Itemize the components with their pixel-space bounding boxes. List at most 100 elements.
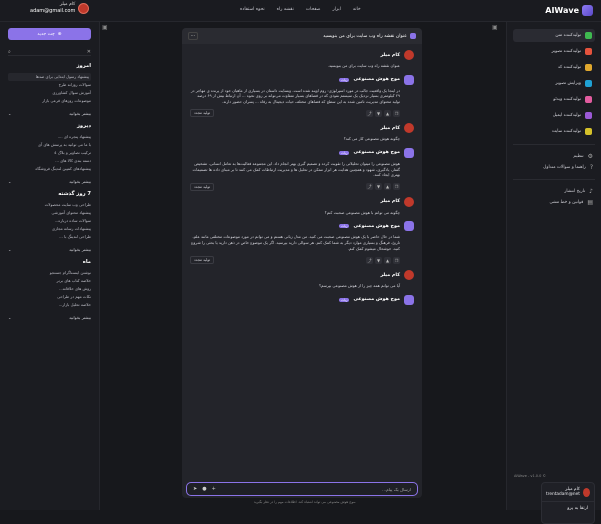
dislike-icon[interactable]: ▼ bbox=[375, 256, 382, 264]
like-icon[interactable]: ▲ bbox=[384, 183, 391, 191]
history-item[interactable]: پیشنهاد محتوای آموزشی bbox=[8, 209, 91, 217]
close-icon[interactable]: ✕ bbox=[87, 49, 91, 55]
history-item[interactable]: خلاصه تحلیل بازار... bbox=[8, 301, 91, 309]
history-item[interactable]: طراحی وب سایت محصولات bbox=[8, 201, 91, 209]
sidebar-item-tool[interactable]: تولیدکننده تصویر bbox=[513, 45, 595, 58]
history-item[interactable]: با ما می توانید به پرسش های آی bbox=[8, 141, 91, 149]
like-icon[interactable]: ▲ bbox=[384, 109, 391, 117]
sidebar-link-label: قوانین و خط مشی bbox=[549, 200, 584, 205]
tool-icon bbox=[585, 64, 592, 71]
message-header: موج هوش مصنوعی ربات bbox=[190, 221, 414, 232]
copy-icon[interactable]: ❐ bbox=[393, 109, 400, 117]
tool-icon bbox=[585, 128, 592, 135]
nav-tools[interactable]: ابزار bbox=[332, 7, 340, 12]
sidebar-link[interactable]: ⚙ تنظیم bbox=[515, 151, 593, 162]
nav-roadmap[interactable]: نقشه راه bbox=[277, 7, 294, 12]
tool-icon bbox=[585, 112, 592, 119]
attach-icon[interactable]: + bbox=[212, 486, 216, 492]
message-text: چگونه هوش مصنوعی کار می کند؟ bbox=[343, 136, 400, 142]
history-item[interactable]: سوالات ساده درباره... bbox=[8, 217, 91, 225]
regenerate-button[interactable]: تولید مجدد bbox=[190, 256, 215, 265]
history-item[interactable]: سوالات روزانه طرح bbox=[8, 81, 91, 89]
history-item[interactable]: نوشتن اینستاگرام جستجو bbox=[8, 269, 91, 277]
history-item[interactable]: ترکیب تصاویر و بلاگ 4 bbox=[8, 149, 91, 157]
nav-home[interactable]: خانه bbox=[353, 7, 361, 12]
collapse-right-icon[interactable]: ▣ bbox=[492, 24, 498, 31]
collapse-left-icon[interactable]: ▣ bbox=[102, 24, 108, 31]
history-item[interactable]: طراحی لندینگ با ... bbox=[8, 233, 91, 241]
history-item[interactable]: موضوعات روزهای فرعی بازار bbox=[8, 97, 91, 105]
sidebar-item-tool[interactable]: ویرایش تصویر bbox=[513, 77, 595, 90]
chevron-down-icon: ⌄ bbox=[8, 315, 12, 320]
share-icon[interactable]: ⤴ bbox=[366, 256, 373, 264]
sidebar-item-label: تولیدکننده سایت bbox=[551, 129, 581, 134]
nav-pages[interactable]: صفحات bbox=[306, 7, 321, 12]
sidebar-link-label: راهنما و سوالات متداول bbox=[543, 165, 586, 170]
doc-icon: ▤ bbox=[587, 199, 593, 206]
share-icon[interactable]: ⤴ bbox=[366, 109, 373, 117]
nav-how-to[interactable]: نحوه استفاده bbox=[240, 7, 265, 12]
history-item[interactable]: نکات مهم در طراحی bbox=[8, 293, 91, 301]
top-nav: خانه ابزار صفحات نقشه راه نحوه استفاده bbox=[240, 7, 361, 12]
send-icon[interactable]: ➤ bbox=[193, 486, 197, 492]
chat-header: عنوان نقشه راه وب سایت برای من بنویسید ⋯ bbox=[182, 28, 422, 44]
dislike-icon[interactable]: ▼ bbox=[375, 109, 382, 117]
history-item[interactable]: پیشنهادهای کمپین لندینگ فروشگاه bbox=[8, 165, 91, 173]
upgrade-button[interactable]: ارتقا به پرو bbox=[542, 501, 594, 515]
sidebar-link-label: تنظیم bbox=[573, 154, 584, 159]
show-more-link[interactable]: بیشتر بخوانید ⌄ bbox=[8, 247, 91, 252]
chat-message: کام میلر چگونه می توانم با هوش مصنوعی صحب… bbox=[182, 196, 422, 216]
sidebar-item-tool[interactable]: تولیدکننده کد bbox=[513, 61, 595, 74]
history-item[interactable]: آموزش سوال کشاورزی bbox=[8, 89, 91, 97]
sidebar-item-tool[interactable]: تولیدکننده ویدئو bbox=[513, 93, 595, 106]
history-item[interactable]: پیشنهادات رسانه مجازی bbox=[8, 225, 91, 233]
like-icon[interactable]: ▲ bbox=[384, 256, 391, 264]
history-item[interactable]: خلاصه کتاب های برتر bbox=[8, 277, 91, 285]
user-menu[interactable]: کام میلر adam@gmail.com bbox=[30, 2, 90, 14]
show-more-link[interactable]: بیشتر بخوانید ⌄ bbox=[8, 315, 91, 320]
copy-icon[interactable]: ❐ bbox=[393, 183, 400, 191]
message-text: شما در حال حاضر با یک هوش مصنوعی صحبت می… bbox=[191, 234, 400, 251]
show-more-label: بیشتر بخوانید bbox=[69, 111, 91, 116]
sidebar-link[interactable]: ▤ قوانین و خط مشی bbox=[515, 197, 593, 208]
history-item[interactable]: پیشنهاد پنجره ای .... bbox=[8, 133, 91, 141]
regenerate-button[interactable]: تولید مجدد bbox=[190, 182, 215, 191]
history-item[interactable]: دسته بندی کالا های ... bbox=[8, 157, 91, 165]
chat-message: کام میلر چگونه هوش مصنوعی کار می کند؟ bbox=[182, 123, 422, 142]
action-icons: ❐ ▲ ▼ ⤴ bbox=[366, 109, 400, 117]
sidebar-item-tool[interactable]: تولیدکننده سایت bbox=[513, 125, 595, 138]
app-logo[interactable]: AIWave bbox=[545, 5, 593, 16]
regenerate-button[interactable]: تولید مجدد bbox=[190, 109, 215, 118]
chat-message: کام میلر آیا می توانم همه چیز را از هوش م… bbox=[182, 270, 422, 289]
message-text: در اینجا یک واقعیت جالب در مورد اسپرلوژی… bbox=[190, 87, 400, 104]
gear-icon: ⚙ bbox=[587, 153, 593, 160]
message-input[interactable]: ارسال یک پیام... bbox=[382, 487, 411, 492]
show-more-link[interactable]: بیشتر بخوانید ⌄ bbox=[8, 179, 91, 184]
logo-icon bbox=[582, 5, 593, 16]
chat-message: موج هوش مصنوعی ربات هوش مصنوعی را میتوان ت… bbox=[182, 147, 422, 191]
sidebar-item-tool[interactable]: تولیدکننده ایمیل bbox=[513, 109, 595, 122]
show-more-link[interactable]: بیشتر بخوانید ⌄ bbox=[8, 111, 91, 116]
message-header: موج هوش مصنوعی ربات bbox=[190, 74, 414, 85]
history-item[interactable]: پیشنهاد رسول ابتدایی برای صدها bbox=[8, 73, 91, 81]
new-chat-button[interactable]: چت جدید ⊕ bbox=[8, 28, 91, 40]
search-input[interactable]: ⌕ ✕ bbox=[8, 48, 91, 56]
mic-icon[interactable]: ● bbox=[202, 486, 206, 492]
sidebar-link-label: تاریخ انتشار bbox=[564, 189, 586, 194]
dislike-icon[interactable]: ▼ bbox=[375, 183, 382, 191]
bot-badge: ربات bbox=[339, 297, 350, 302]
share-icon[interactable]: ⤴ bbox=[366, 183, 373, 191]
avatar[interactable] bbox=[78, 2, 90, 14]
version-label: AiWave - v1.0.0 © bbox=[513, 474, 546, 478]
tool-icon bbox=[585, 48, 592, 55]
copy-icon[interactable]: ❐ bbox=[393, 256, 400, 264]
message-composer[interactable]: ارسال یک پیام... ➤ ● + bbox=[186, 482, 418, 496]
more-icon[interactable]: ⋯ bbox=[188, 32, 198, 40]
history-item[interactable]: روش های خلاقانه... bbox=[8, 285, 91, 293]
bot-badge: ربات bbox=[339, 77, 350, 82]
sidebar-link[interactable]: ? راهنما و سوالات متداول bbox=[515, 162, 593, 173]
history-group: امروز پیشنهاد رسول ابتدایی برای صدها سوالا… bbox=[8, 63, 91, 105]
sidebar-link[interactable]: ♪ تاریخ انتشار bbox=[515, 186, 593, 197]
sidebar-item-tool[interactable]: تولیدکننده متن bbox=[513, 29, 595, 42]
app-name: AIWave bbox=[545, 6, 579, 15]
